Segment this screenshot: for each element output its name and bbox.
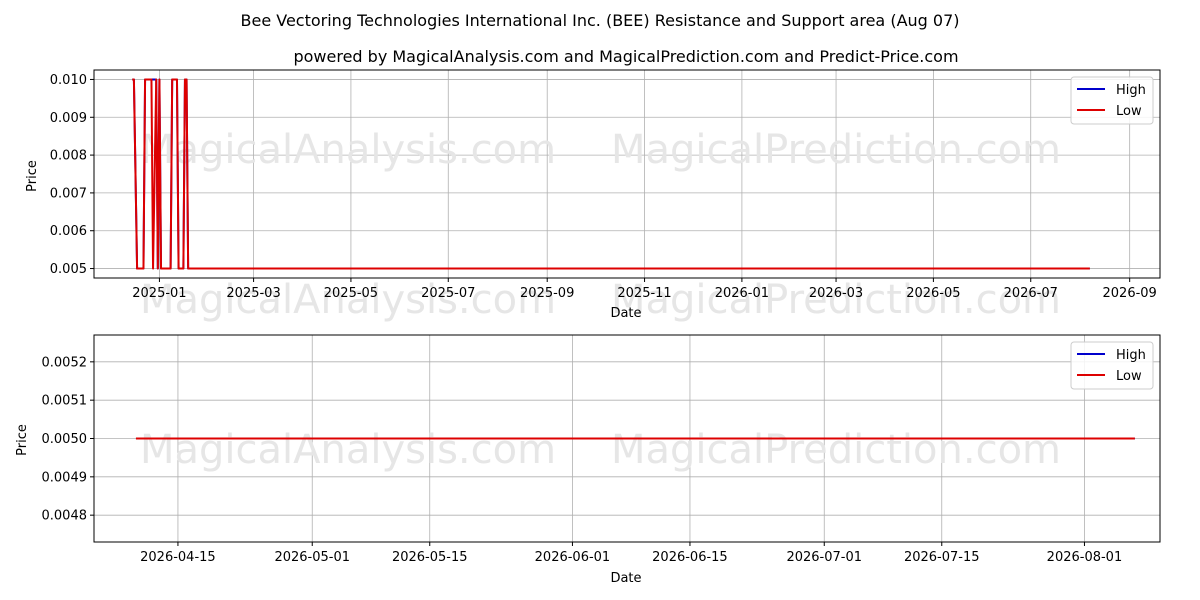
x-axis-label-bottom: Date — [610, 571, 641, 586]
y-tick-label: 0.008 — [50, 149, 87, 164]
y-tick-label: 0.007 — [50, 186, 87, 201]
x-tick-label: 2026-07-15 — [904, 550, 980, 565]
watermark-analysis-top: MagicalAnalysis.com — [140, 127, 556, 173]
figure: Bee Vectoring Technologies International… — [0, 0, 1200, 600]
chart-subtitle: powered by MagicalAnalysis.com and Magic… — [293, 47, 958, 66]
watermark-prediction-bottom: MagicalPrediction.com — [611, 427, 1061, 473]
watermark-prediction-top: MagicalPrediction.com — [611, 127, 1061, 173]
x-axis-label-top: Date — [610, 306, 641, 321]
x-tick-label: 2026-05-01 — [274, 550, 350, 565]
y-tick-label: 0.0048 — [42, 509, 88, 524]
legend-bottom: High Low — [1070, 341, 1154, 390]
y-tick-label: 0.009 — [50, 111, 87, 126]
x-tick-label: 2026-05 — [906, 286, 960, 301]
legend-high-label-top: High — [1116, 83, 1146, 98]
legend-high-label-bottom: High — [1116, 348, 1146, 363]
chart-title: Bee Vectoring Technologies International… — [241, 11, 960, 30]
x-tick-label: 2026-08-01 — [1047, 550, 1123, 565]
x-tick-label: 2025-01 — [132, 286, 186, 301]
x-tick-label: 2025-09 — [520, 286, 574, 301]
y-axis-label-bottom: Price — [15, 424, 30, 456]
x-tick-label: 2026-05-15 — [392, 550, 468, 565]
x-tick-label: 2026-07 — [1004, 286, 1058, 301]
x-tick-label: 2026-03 — [809, 286, 863, 301]
x-tick-label: 2025-11 — [617, 286, 671, 301]
x-tick-label: 2026-07-01 — [786, 550, 862, 565]
y-tick-label: 0.0050 — [42, 432, 88, 447]
x-tick-label: 2025-07 — [421, 286, 475, 301]
x-tick-label: 2025-03 — [226, 286, 280, 301]
legend-low-label-bottom: Low — [1116, 369, 1142, 384]
x-tick-label: 2026-06-01 — [535, 550, 611, 565]
x-tick-label: 2026-06-15 — [652, 550, 728, 565]
y-tick-label: 0.0051 — [42, 394, 88, 409]
y-tick-label: 0.010 — [50, 73, 87, 88]
legend-low-label-top: Low — [1116, 104, 1142, 119]
x-tick-label: 2026-01 — [715, 286, 769, 301]
x-tick-label: 2026-04-15 — [140, 550, 216, 565]
watermark-analysis-bottom: MagicalAnalysis.com — [140, 427, 556, 473]
y-tick-label: 0.005 — [50, 262, 87, 277]
x-tick-label: 2025-05 — [324, 286, 378, 301]
legend-top: High Low — [1070, 76, 1154, 125]
y-tick-label: 0.006 — [50, 224, 87, 239]
y-tick-label: 0.0052 — [42, 355, 88, 370]
x-tick-label: 2026-09 — [1103, 286, 1157, 301]
y-tick-label: 0.0049 — [42, 470, 88, 485]
y-axis-label-top: Price — [25, 160, 40, 192]
